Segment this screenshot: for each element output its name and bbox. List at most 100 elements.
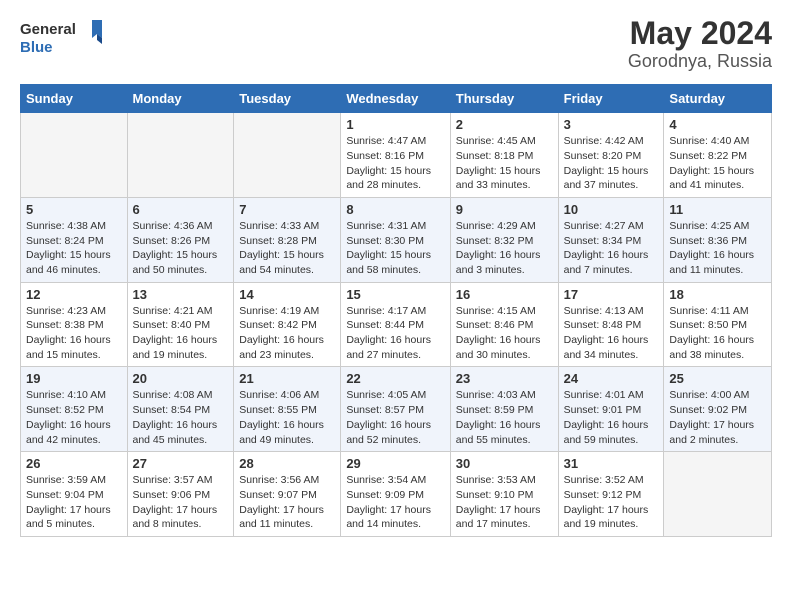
- day-number: 2: [456, 117, 553, 132]
- header-tuesday: Tuesday: [234, 85, 341, 113]
- day-info: Sunrise: 3:54 AM Sunset: 9:09 PM Dayligh…: [346, 473, 444, 532]
- day-number: 10: [564, 202, 659, 217]
- day-info: Sunrise: 4:47 AM Sunset: 8:16 PM Dayligh…: [346, 134, 444, 193]
- calendar-cell: 10 Sunrise: 4:27 AM Sunset: 8:34 PM Dayli…: [558, 197, 664, 282]
- day-number: 27: [133, 456, 229, 471]
- calendar-cell: 15 Sunrise: 4:17 AM Sunset: 8:44 PM Dayli…: [341, 282, 450, 367]
- svg-text:General: General: [20, 21, 76, 38]
- calendar-cell: [127, 113, 234, 198]
- day-info: Sunrise: 4:45 AM Sunset: 8:18 PM Dayligh…: [456, 134, 553, 193]
- calendar-cell: [664, 452, 772, 537]
- header-monday: Monday: [127, 85, 234, 113]
- logo-svg: General Blue: [20, 16, 110, 60]
- svg-text:Blue: Blue: [20, 39, 53, 56]
- day-info: Sunrise: 3:52 AM Sunset: 9:12 PM Dayligh…: [564, 473, 659, 532]
- calendar-page: General Blue May 2024 Gorodnya, Russia S…: [0, 0, 792, 612]
- calendar-cell: 18 Sunrise: 4:11 AM Sunset: 8:50 PM Dayli…: [664, 282, 772, 367]
- calendar-cell: 25 Sunrise: 4:00 AM Sunset: 9:02 PM Dayli…: [664, 367, 772, 452]
- day-number: 9: [456, 202, 553, 217]
- day-info: Sunrise: 4:23 AM Sunset: 8:38 PM Dayligh…: [26, 304, 122, 363]
- calendar-cell: 4 Sunrise: 4:40 AM Sunset: 8:22 PM Daylig…: [664, 113, 772, 198]
- day-number: 16: [456, 287, 553, 302]
- day-number: 20: [133, 371, 229, 386]
- calendar-cell: 1 Sunrise: 4:47 AM Sunset: 8:16 PM Daylig…: [341, 113, 450, 198]
- calendar-cell: 5Sunrise: 4:38 AM Sunset: 8:24 PM Daylig…: [21, 197, 128, 282]
- calendar-cell: 29Sunrise: 3:54 AM Sunset: 9:09 PM Dayli…: [341, 452, 450, 537]
- day-info: Sunrise: 4:17 AM Sunset: 8:44 PM Dayligh…: [346, 304, 444, 363]
- calendar-cell: 21 Sunrise: 4:06 AM Sunset: 8:55 PM Dayli…: [234, 367, 341, 452]
- day-number: 8: [346, 202, 444, 217]
- calendar-cell: 2 Sunrise: 4:45 AM Sunset: 8:18 PM Daylig…: [450, 113, 558, 198]
- day-number: 24: [564, 371, 659, 386]
- day-info: Sunrise: 4:27 AM Sunset: 8:34 PM Dayligh…: [564, 219, 659, 278]
- calendar-cell: [21, 113, 128, 198]
- day-number: 14: [239, 287, 335, 302]
- calendar-cell: 12Sunrise: 4:23 AM Sunset: 8:38 PM Dayli…: [21, 282, 128, 367]
- day-info: Sunrise: 4:11 AM Sunset: 8:50 PM Dayligh…: [669, 304, 766, 363]
- day-number: 6: [133, 202, 229, 217]
- day-number: 1: [346, 117, 444, 132]
- calendar-cell: 14 Sunrise: 4:19 AM Sunset: 8:42 PM Dayli…: [234, 282, 341, 367]
- header-saturday: Saturday: [664, 85, 772, 113]
- day-info: Sunrise: 4:05 AM Sunset: 8:57 PM Dayligh…: [346, 388, 444, 447]
- calendar-cell: 23 Sunrise: 4:03 AM Sunset: 8:59 PM Dayli…: [450, 367, 558, 452]
- day-info: Sunrise: 4:13 AM Sunset: 8:48 PM Dayligh…: [564, 304, 659, 363]
- day-info: Sunrise: 4:06 AM Sunset: 8:55 PM Dayligh…: [239, 388, 335, 447]
- calendar-cell: 27 Sunrise: 3:57 AM Sunset: 9:06 PM Dayli…: [127, 452, 234, 537]
- calendar-cell: 22 Sunrise: 4:05 AM Sunset: 8:57 PM Dayli…: [341, 367, 450, 452]
- day-info: Sunrise: 4:31 AM Sunset: 8:30 PM Dayligh…: [346, 219, 444, 278]
- calendar-cell: 13 Sunrise: 4:21 AM Sunset: 8:40 PM Dayli…: [127, 282, 234, 367]
- calendar-cell: 24 Sunrise: 4:01 AM Sunset: 9:01 PM Dayli…: [558, 367, 664, 452]
- day-info: Sunrise: 4:25 AM Sunset: 8:36 PM Dayligh…: [669, 219, 766, 278]
- calendar-cell: 28 Sunrise: 3:56 AM Sunset: 9:07 PM Dayli…: [234, 452, 341, 537]
- calendar-cell: 9 Sunrise: 4:29 AM Sunset: 8:32 PM Daylig…: [450, 197, 558, 282]
- day-info: Sunrise: 3:59 AM Sunset: 9:04 PM Dayligh…: [26, 473, 122, 532]
- day-number: 3: [564, 117, 659, 132]
- calendar-cell: 7Sunrise: 4:33 AM Sunset: 8:28 PM Daylig…: [234, 197, 341, 282]
- day-info: Sunrise: 3:57 AM Sunset: 9:06 PM Dayligh…: [133, 473, 229, 532]
- day-info: Sunrise: 4:29 AM Sunset: 8:32 PM Dayligh…: [456, 219, 553, 278]
- logo: General Blue: [20, 16, 110, 65]
- calendar-cell: 8 Sunrise: 4:31 AM Sunset: 8:30 PM Daylig…: [341, 197, 450, 282]
- day-number: 30: [456, 456, 553, 471]
- day-number: 26: [26, 456, 122, 471]
- logo-text: General Blue: [20, 16, 110, 65]
- calendar-cell: 11 Sunrise: 4:25 AM Sunset: 8:36 PM Dayli…: [664, 197, 772, 282]
- day-info: Sunrise: 4:00 AM Sunset: 9:02 PM Dayligh…: [669, 388, 766, 447]
- header-friday: Friday: [558, 85, 664, 113]
- day-info: Sunrise: 4:21 AM Sunset: 8:40 PM Dayligh…: [133, 304, 229, 363]
- calendar-cell: 19 Sunrise: 4:10 AM Sunset: 8:52 PM Dayli…: [21, 367, 128, 452]
- day-number: 11: [669, 202, 766, 217]
- day-info: Sunrise: 4:15 AM Sunset: 8:46 PM Dayligh…: [456, 304, 553, 363]
- day-info: Sunrise: 3:56 AM Sunset: 9:07 PM Dayligh…: [239, 473, 335, 532]
- day-number: 13: [133, 287, 229, 302]
- calendar-title: May 2024: [628, 16, 772, 51]
- calendar-cell: 16 Sunrise: 4:15 AM Sunset: 8:46 PM Dayli…: [450, 282, 558, 367]
- calendar-header-row: Sunday Monday Tuesday Wednesday Thursday…: [21, 85, 772, 113]
- day-number: 22: [346, 371, 444, 386]
- day-number: 4: [669, 117, 766, 132]
- day-number: 15: [346, 287, 444, 302]
- day-number: 23: [456, 371, 553, 386]
- header-wednesday: Wednesday: [341, 85, 450, 113]
- day-number: 19: [26, 371, 122, 386]
- day-info: Sunrise: 4:03 AM Sunset: 8:59 PM Dayligh…: [456, 388, 553, 447]
- day-number: 18: [669, 287, 766, 302]
- day-info: Sunrise: 4:08 AM Sunset: 8:54 PM Dayligh…: [133, 388, 229, 447]
- header: General Blue May 2024 Gorodnya, Russia: [20, 16, 772, 72]
- day-info: Sunrise: 4:40 AM Sunset: 8:22 PM Dayligh…: [669, 134, 766, 193]
- day-number: 5: [26, 202, 122, 217]
- day-number: 31: [564, 456, 659, 471]
- day-number: 28: [239, 456, 335, 471]
- header-thursday: Thursday: [450, 85, 558, 113]
- calendar-cell: 26 Sunrise: 3:59 AM Sunset: 9:04 PM Dayli…: [21, 452, 128, 537]
- calendar-subtitle: Gorodnya, Russia: [628, 51, 772, 72]
- day-info: Sunrise: 4:10 AM Sunset: 8:52 PM Dayligh…: [26, 388, 122, 447]
- day-number: 25: [669, 371, 766, 386]
- day-info: Sunrise: 4:01 AM Sunset: 9:01 PM Dayligh…: [564, 388, 659, 447]
- header-sunday: Sunday: [21, 85, 128, 113]
- day-info: Sunrise: 4:19 AM Sunset: 8:42 PM Dayligh…: [239, 304, 335, 363]
- day-info: Sunrise: 3:53 AM Sunset: 9:10 PM Dayligh…: [456, 473, 553, 532]
- day-number: 21: [239, 371, 335, 386]
- day-number: 17: [564, 287, 659, 302]
